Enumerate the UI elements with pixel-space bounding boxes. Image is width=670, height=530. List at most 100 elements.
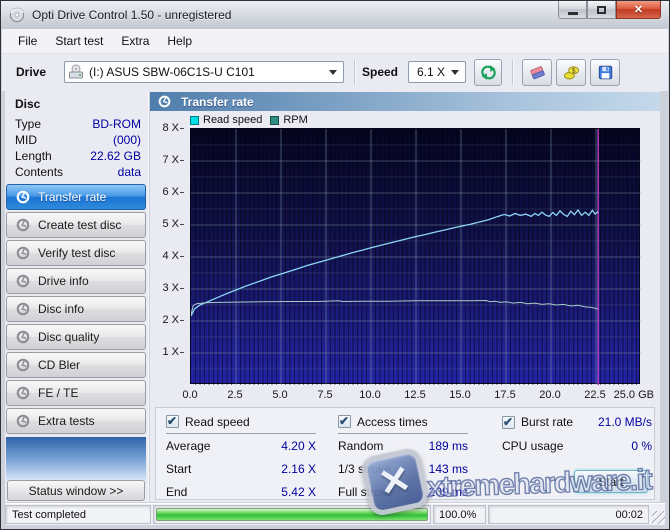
sidebar-item-cd-bler[interactable]: CD Bler bbox=[6, 352, 146, 378]
access-times-section: Access times Random189 ms1/3 stroke143 m… bbox=[338, 415, 468, 503]
disc-info-length: Length22.62 GB bbox=[15, 148, 141, 164]
disc-icon bbox=[16, 274, 30, 288]
sidebar-item-extra-tests[interactable]: Extra tests bbox=[6, 408, 146, 434]
progress-percent: 100.0% bbox=[433, 505, 486, 524]
disc-icon bbox=[16, 218, 30, 232]
sidebar-item-disc-info[interactable]: Disc info bbox=[6, 296, 146, 322]
y-axis-tick: 8 X bbox=[150, 121, 184, 135]
sidebar-item-label: FE / TE bbox=[38, 386, 78, 400]
x-axis-tick: 20.0 bbox=[528, 389, 572, 402]
sidebar-item-label: Disc quality bbox=[38, 330, 99, 344]
start-button[interactable]: Start bbox=[574, 470, 648, 493]
disc-icon bbox=[158, 95, 171, 108]
access-times-checkbox[interactable] bbox=[338, 415, 351, 428]
menu-item-help[interactable]: Help bbox=[158, 30, 201, 52]
rpm-swatch bbox=[270, 116, 279, 125]
elapsed-time: 00:02 bbox=[488, 505, 649, 524]
menubar: FileStart testExtraHelp bbox=[2, 29, 668, 54]
disc-icon bbox=[16, 414, 30, 428]
x-axis-tick: 17.5 bbox=[483, 389, 527, 402]
disc-icon bbox=[16, 302, 30, 316]
sidebar-item-label: Disc info bbox=[38, 302, 84, 316]
read-speed-swatch bbox=[190, 116, 199, 125]
sidebar-item-drive-info[interactable]: Drive info bbox=[6, 268, 146, 294]
disc-icon bbox=[16, 190, 30, 204]
maximize-button[interactable] bbox=[587, 1, 616, 19]
sidebar-item-label: Drive info bbox=[38, 274, 89, 288]
read-speed-section: Read speed Average4.20 XStart2.16 XEnd5.… bbox=[166, 415, 316, 503]
disc-info-type: TypeBD-ROM bbox=[15, 116, 141, 132]
drive-label: Drive bbox=[16, 65, 46, 79]
chevron-down-icon bbox=[451, 70, 459, 75]
y-axis-tick: 4 X bbox=[150, 249, 184, 263]
sidebar-item-label: CD Bler bbox=[38, 358, 80, 372]
result-row-end: End5.42 X bbox=[166, 480, 316, 503]
panel-header: Transfer rate bbox=[150, 92, 660, 111]
sidebar-item-create-test-disc[interactable]: Create test disc bbox=[6, 212, 146, 238]
sidebar: Disc TypeBD-ROMMID(000)Length22.62 GBCon… bbox=[5, 91, 149, 502]
toolbar: Drive (I:) ASUS SBW-06C1S-U C101 Speed 6… bbox=[2, 54, 668, 91]
sidebar-item-verify-test-disc[interactable]: Verify test disc bbox=[6, 240, 146, 266]
access-times-label: Access times bbox=[357, 415, 428, 429]
burst-rate-label: Burst rate bbox=[521, 415, 573, 429]
sidebar-item-label: Transfer rate bbox=[38, 190, 106, 204]
drive-value: (I:) ASUS SBW-06C1S-U C101 bbox=[89, 65, 255, 79]
statusbar: Test completed 100.0% 00:02 bbox=[5, 503, 665, 525]
result-row-full-stroke: Full stroke209 ms bbox=[338, 480, 468, 503]
sidebar-item-label: Extra tests bbox=[38, 414, 95, 428]
burst-rate-checkbox[interactable] bbox=[502, 416, 515, 429]
sidebar-item-fe-te[interactable]: FE / TE bbox=[6, 380, 146, 406]
status-text: Test completed bbox=[5, 505, 151, 524]
drive-icon bbox=[68, 64, 84, 80]
chart-legend: Read speedRPM bbox=[190, 114, 316, 126]
drive-select[interactable]: (I:) ASUS SBW-06C1S-U C101 bbox=[64, 61, 344, 83]
speed-label: Speed bbox=[362, 65, 398, 79]
y-axis-tick: 5 X bbox=[150, 217, 184, 231]
titlebar: Opti Drive Control 1.50 - unregistered bbox=[1, 1, 669, 29]
x-axis-tick: 7.5 bbox=[303, 389, 347, 402]
menu-item-start-test[interactable]: Start test bbox=[46, 30, 112, 52]
svg-text:$: $ bbox=[571, 68, 575, 75]
disc-info-contents: Contentsdata bbox=[15, 164, 141, 180]
rpm-legend-label: RPM bbox=[283, 114, 307, 126]
menu-item-extra[interactable]: Extra bbox=[112, 30, 158, 52]
menu-item-file[interactable]: File bbox=[9, 30, 46, 52]
maximize-icon bbox=[597, 6, 606, 14]
y-axis-tick: 2 X bbox=[150, 313, 184, 327]
result-row-1-3-stroke: 1/3 stroke143 ms bbox=[338, 457, 468, 480]
register-button[interactable]: $ bbox=[556, 59, 586, 86]
refresh-button[interactable] bbox=[474, 59, 502, 86]
save-icon bbox=[597, 64, 614, 81]
y-axis-tick: 7 X bbox=[150, 153, 184, 167]
toolbar-separator bbox=[512, 60, 513, 85]
erase-disc-button[interactable] bbox=[522, 59, 552, 86]
sidebar-item-label: Create test disc bbox=[38, 218, 121, 232]
eraser-icon bbox=[529, 64, 546, 81]
save-button[interactable] bbox=[590, 59, 620, 86]
burst-rate-section: Burst rate 21.0 MB/s CPU usage0 % bbox=[502, 415, 652, 457]
x-axis-tick: 25.0 GB bbox=[594, 389, 654, 402]
toolbar-separator bbox=[354, 60, 355, 85]
window-controls bbox=[558, 1, 661, 19]
result-row-average: Average4.20 X bbox=[166, 434, 316, 457]
x-axis-tick: 2.5 bbox=[213, 389, 257, 402]
transfer-rate-panel: Transfer rate Read speedRPM 8 X7 X6 X5 X… bbox=[150, 91, 660, 502]
coins-icon: $ bbox=[563, 64, 580, 81]
window-title: Opti Drive Control 1.50 - unregistered bbox=[32, 8, 231, 22]
results-panel: Read speed Average4.20 XStart2.16 XEnd5.… bbox=[155, 407, 655, 500]
resize-grip[interactable] bbox=[652, 511, 665, 524]
sidebar-item-disc-quality[interactable]: Disc quality bbox=[6, 324, 146, 350]
sidebar-item-transfer-rate[interactable]: Transfer rate bbox=[6, 184, 146, 210]
close-button[interactable] bbox=[616, 1, 661, 19]
status-window-button[interactable]: Status window >> bbox=[7, 480, 145, 501]
disc-section-header: Disc bbox=[15, 97, 40, 111]
disc-icon bbox=[16, 330, 30, 344]
progress-bar bbox=[156, 508, 428, 521]
read-speed-checkbox[interactable] bbox=[166, 415, 179, 428]
speed-select[interactable]: 6.1 X bbox=[408, 61, 466, 83]
y-axis-tick: 3 X bbox=[150, 281, 184, 295]
minimize-button[interactable] bbox=[558, 1, 587, 19]
main-area: Disc TypeBD-ROMMID(000)Length22.62 GBCon… bbox=[5, 91, 665, 502]
disc-info: TypeBD-ROMMID(000)Length22.62 GBContents… bbox=[15, 116, 141, 180]
chevron-down-icon bbox=[329, 70, 337, 75]
